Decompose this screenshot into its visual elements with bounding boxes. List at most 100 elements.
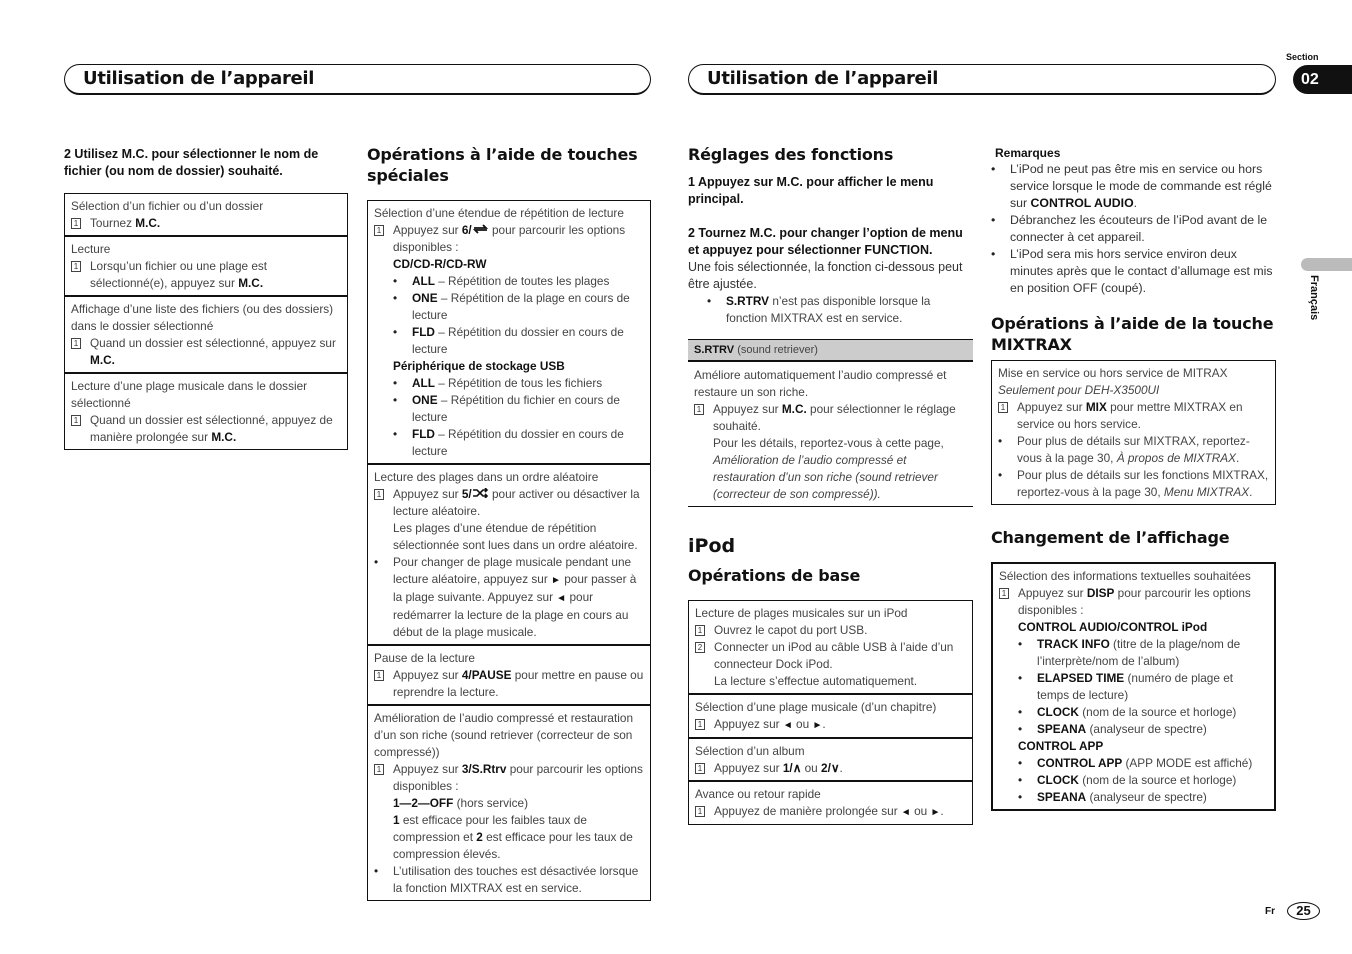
list-item: • L’iPod sera mis hors service environ de… [991, 246, 1276, 297]
mixtrax-heading: Opérations à l’aide de la touche MIXTRAX [991, 314, 1274, 354]
group-heading: CONTROL APP [1018, 739, 1104, 753]
srtrv-header: S.RTRV (sound retriever) [688, 339, 973, 362]
ipod-heading: iPod [688, 535, 736, 557]
next-arrow-icon: ► [551, 575, 561, 586]
key-label: 3/S.Rtrv [461, 762, 507, 776]
key-label: 1/ [782, 761, 793, 775]
display-table: Sélection des informations textuelles so… [991, 562, 1276, 811]
option-key: S.RTRV [726, 294, 770, 308]
column-2: Opérations à l’aide de touches spéciales… [367, 144, 651, 901]
row-text: Appuyez sur [393, 487, 462, 501]
option-key: ONE [412, 291, 438, 305]
key-label: M.C. [781, 402, 807, 416]
option-desc: (nom de la source et horloge) [1078, 705, 1237, 719]
table-row: Lecture de plages musicales sur un iPod … [689, 601, 972, 693]
step-2: 2 Tournez M.C. pour changer l’option de … [688, 226, 963, 257]
step-number-icon: 2 [695, 642, 705, 653]
option-key: FLD [412, 325, 435, 339]
key-label: M.C. [135, 216, 161, 230]
list-item: • L’utilisation des touches est désactivé… [374, 863, 644, 897]
option-desc: – Répétition du dossier en cours de lect… [412, 325, 624, 356]
step-number-icon: 1 [374, 489, 384, 500]
option-desc: – Répétition du dossier en cours de lect… [412, 427, 624, 458]
row-title: Lecture de plages musicales sur un iPod [695, 606, 908, 620]
step-number-icon: 1 [71, 338, 81, 349]
mixtrax-table: Mise en service ou hors service de MITRA… [991, 360, 1276, 505]
row-title: Sélection d’une étendue de répétition de… [374, 206, 624, 220]
option-desc: – Répétition de la plage en cours de lec… [412, 291, 630, 322]
remark-text: Débranchez les écouteurs de l’iPod avant… [1010, 213, 1268, 244]
option-key: FLD [412, 427, 435, 441]
list-item: • CONTROL APP (APP MODE est affiché) [1018, 756, 1253, 770]
column-1: 2 Utilisez M.C. pour sélectionner le nom… [64, 146, 348, 450]
random-row: Lecture des plages dans un ordre aléatoi… [368, 463, 650, 644]
option-key: CONTROL APP [1037, 756, 1123, 770]
table-row: Mise en service ou hors service de MITRA… [992, 361, 1275, 504]
cross-reference-link[interactable]: Menu MIXTRAX [1164, 485, 1249, 499]
remarks-list: • L’iPod ne peut pas être mis en service … [991, 161, 1276, 297]
list-item: • Débranchez les écouteurs de l’iPod avan… [991, 212, 1276, 246]
column-3: Réglages des fonctions 1 Appuyez sur M.C… [688, 144, 973, 825]
list-item: • ONE – Répétition de la plage en cours d… [393, 291, 630, 322]
basic-operations-table: Lecture de plages musicales sur un iPod … [688, 600, 973, 825]
option-desc: – Répétition de toutes les plages [434, 274, 610, 288]
key-label: 4/PAUSE [461, 668, 512, 682]
option-key: SPEANA [1037, 790, 1087, 804]
section-label: Section [1286, 52, 1319, 62]
table-row: Avance ou retour rapide 1 Appuyez de mani… [689, 780, 972, 824]
group-heading: CD/CD-R/CD-RW [393, 257, 487, 271]
row-text: Appuyez sur [714, 761, 783, 775]
key-label: 5/ [461, 487, 472, 501]
prev-arrow-icon: ◄ [556, 593, 567, 604]
table-row: Lecture 1 Lorsqu’un fichier ou une plage … [65, 235, 347, 295]
list-item: • ONE – Répétition du fichier en cours de… [393, 393, 620, 424]
next-arrow-icon: ► [812, 720, 823, 731]
prev-arrow-icon: ◄ [782, 720, 793, 731]
step-number-icon: 1 [71, 261, 81, 272]
table-row: Sélection d’un fichier ou d’un dossier 1… [65, 194, 347, 235]
srtrv-desc: (sound retriever) [734, 344, 818, 356]
row-text: Appuyez sur [714, 717, 783, 731]
list-item: • ALL – Répétition de tous les fichiers [393, 376, 603, 390]
step-number-icon: 1 [71, 218, 81, 229]
step-1: 1 Appuyez sur M.C. pour afficher le menu… [688, 175, 934, 206]
next-arrow-icon: ► [930, 807, 941, 818]
srtrv-table: S.RTRV (sound retriever) Améliore automa… [688, 339, 973, 507]
step-number-icon: 1 [695, 625, 705, 636]
list-item: • CLOCK (nom de la source et horloge) [1018, 773, 1237, 787]
cross-reference-link[interactable]: Amélioration de l’audio compressé et res… [713, 453, 938, 501]
option-desc: (APP MODE est affiché) [1122, 756, 1253, 770]
row-text: Quand un dossier est sélectionné, appuye… [90, 336, 336, 350]
cross-reference-link[interactable]: À propos de MIXTRAX [1117, 451, 1236, 465]
row-title: Mise en service ou hors service de MITRA… [998, 366, 1228, 380]
language-tab [1301, 258, 1352, 271]
down-chevron-icon: ∨ [830, 761, 840, 775]
option-desc: (nom de la source et horloge) [1078, 773, 1237, 787]
list-item: • TRACK INFO (titre de la plage/nom de l’… [1018, 637, 1241, 668]
row-note: Les plages d’une étendue de répétition s… [393, 521, 638, 552]
option-key: CLOCK [1037, 773, 1079, 787]
display-heading: Changement de l’affichage [991, 528, 1230, 547]
row-text: Appuyez sur [1018, 586, 1087, 600]
remark-tail: . [1133, 196, 1138, 210]
row-text: ou [801, 761, 822, 775]
row-text: Connecter un iPod au câble USB à l’aide … [714, 640, 954, 671]
options-sequence: 1—2—OFF [393, 796, 454, 810]
list-item: • FLD – Répétition du dossier en cours de… [393, 427, 624, 458]
shuffle-icon [472, 487, 489, 501]
option-key: ALL [412, 274, 435, 288]
list-item: • S.RTRV n’est pas disponible lorsque la … [707, 294, 931, 325]
key-label: M.C. [211, 430, 237, 444]
option-desc: – Répétition de tous les fichiers [434, 376, 603, 390]
srtrv-key: S.RTRV [694, 344, 735, 356]
key-label: 2/ [821, 761, 831, 775]
option-desc: (analyseur de spectre) [1086, 790, 1207, 804]
page-title-left: Utilisation de l’appareil [83, 68, 315, 89]
step-2-select-file: 2 Utilisez M.C. pour sélectionner le nom… [64, 147, 319, 178]
key-label: MIX [1085, 400, 1107, 414]
model-note: Seulement pour DEH-X3500UI [998, 383, 1160, 397]
row-title: Amélioration de l’audio compressé et res… [374, 711, 634, 759]
row-title: Affichage d’une liste des fichiers (ou d… [71, 302, 334, 333]
row-note: La lecture s’effectue automatiquement. [714, 674, 918, 688]
list-item: • CLOCK (nom de la source et horloge) [1018, 705, 1237, 719]
